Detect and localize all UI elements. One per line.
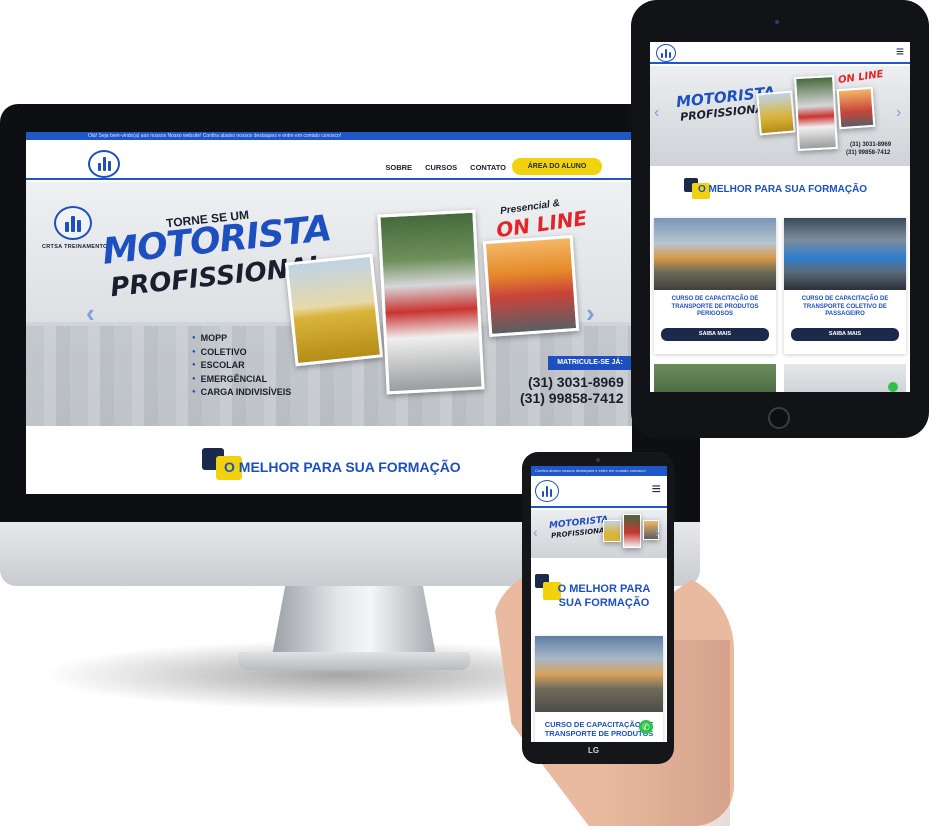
tablet-website-screen: ≡ MOTORISTA PROFISSIONAL ON LINE (31) 30… [650, 42, 910, 392]
hero-logo [54, 206, 92, 240]
desktop-topbar-message: Olá! Seja bem-vindo(a) aos nossos Nosso … [26, 132, 632, 140]
course-card[interactable]: CURSO DE CAPACITAÇÃO DE TRANSPORTE COLET… [784, 218, 906, 354]
logo-bars-icon [97, 157, 111, 171]
phone-camera-icon [596, 458, 600, 462]
hero-course-item: MOPP [192, 332, 291, 346]
desktop-nav: SOBRE CURSOS CONTATO [385, 163, 506, 172]
phone-website-screen: Confira abaixo nossos destaques e entre … [531, 466, 667, 742]
whatsapp-icon[interactable]: ✆ [639, 720, 653, 734]
hero-photo-truck [836, 86, 876, 130]
logo-bars-icon [542, 486, 552, 497]
desktop-monitor-base [238, 652, 470, 670]
saiba-mais-button[interactable]: SAIBA MAIS [661, 328, 769, 341]
desktop-website-screen: Olá! Seja bem-vindo(a) aos nossos Nosso … [26, 132, 632, 494]
course-card-image [654, 218, 776, 290]
hero-phone-2: (31) 99858-7412 [520, 390, 624, 406]
phone-brand-label: LG [588, 746, 600, 755]
course-card[interactable]: CURSO DE CAPACITAÇÃO DE TRANSPORTE DE PR… [654, 218, 776, 354]
hero-course-list: MOPP COLETIVO ESCOLAR EMERGÊNCIAL CARGA … [192, 332, 292, 400]
phone-header: ≡ [531, 476, 667, 508]
hero-photo-school-buses [284, 253, 384, 367]
hero-photo-school-buses [603, 520, 621, 542]
course-card-image [654, 364, 776, 392]
course-card-title: CURSO DE CAPACITAÇÃO DE TRANSPORTE DE PR… [671, 296, 759, 317]
site-logo[interactable] [88, 150, 120, 178]
hero-course-item: CARGA INDIVISÍVEIS [192, 386, 292, 400]
carousel-prev-icon[interactable]: ‹ [654, 104, 659, 122]
nav-sobre[interactable]: SOBRE [385, 163, 412, 172]
whatsapp-icon[interactable] [888, 382, 898, 392]
carousel-prev-icon[interactable]: ‹ [533, 524, 538, 540]
nav-cursos[interactable]: CURSOS [425, 163, 457, 172]
nav-contato[interactable]: CONTATO [470, 163, 506, 172]
hero-photo-ambulances [623, 514, 641, 548]
carousel-next-icon[interactable]: › [655, 524, 660, 540]
logo-bars-icon [661, 49, 671, 58]
hero-course-item: COLETIVO [192, 346, 291, 360]
hero-photo-ambulances [794, 75, 838, 151]
site-logo[interactable] [656, 44, 676, 62]
student-area-button[interactable]: ÁREA DO ALUNO [512, 158, 602, 175]
section-heading: O MELHOR PARA SUA FORMAÇÃO [698, 184, 868, 195]
phone-topbar-message: Confira abaixo nossos destaques e entre … [531, 466, 667, 476]
hero-phone-2: (31) 99858-7412 [846, 150, 891, 156]
section-heading: O MELHOR PARA SUA FORMAÇÃO [557, 583, 651, 609]
carousel-next-icon[interactable]: › [586, 298, 595, 329]
tablet-camera-icon [775, 20, 779, 24]
hamburger-menu-icon[interactable]: ≡ [896, 43, 904, 59]
course-card-image [784, 218, 906, 290]
tablet-header: ≡ [650, 42, 910, 64]
phone-hero-banner: MOTORISTA PROFISSIONAL ‹ › [531, 510, 667, 558]
desktop-header: SOBRE CURSOS CONTATO ÁREA DO ALUNO [26, 140, 632, 180]
desktop-monitor-stand [272, 586, 436, 656]
hero-online: ON LINE [837, 68, 885, 87]
tablet-hero-banner: MOTORISTA PROFISSIONAL ON LINE (31) 3031… [650, 66, 910, 166]
course-card-title: CURSO DE CAPACITAÇÃO DE TRANSPORTE COLET… [801, 296, 889, 317]
hero-banner: CRTSA TREINAMENTOS MOTORISTA TORNE SE UM… [26, 182, 632, 426]
site-logo[interactable] [535, 480, 559, 502]
saiba-mais-button[interactable]: SAIBA MAIS [791, 328, 899, 341]
hamburger-menu-icon[interactable]: ≡ [652, 481, 661, 499]
hero-phone-1: (31) 3031-8969 [850, 142, 892, 148]
tablet-home-button [768, 407, 790, 429]
logo-bars-icon [65, 216, 81, 232]
carousel-prev-icon[interactable]: ‹ [86, 298, 95, 329]
hero-photo-truck [482, 234, 580, 338]
hero-course-item: ESCOLAR [192, 359, 291, 373]
hero-course-item: EMERGÊNCIAL [192, 373, 291, 387]
hero-photo-school-buses [756, 90, 796, 136]
hero-photo-ambulances [377, 209, 485, 395]
course-card-image [535, 636, 663, 712]
carousel-next-icon[interactable]: › [896, 104, 901, 122]
section-heading: O MELHOR PARA SUA FORMAÇÃO [224, 459, 461, 475]
hero-phone-1: (31) 3031-8969 [528, 374, 624, 390]
hero-matricule-label: MATRICULE-SE JÁ: [548, 356, 632, 370]
